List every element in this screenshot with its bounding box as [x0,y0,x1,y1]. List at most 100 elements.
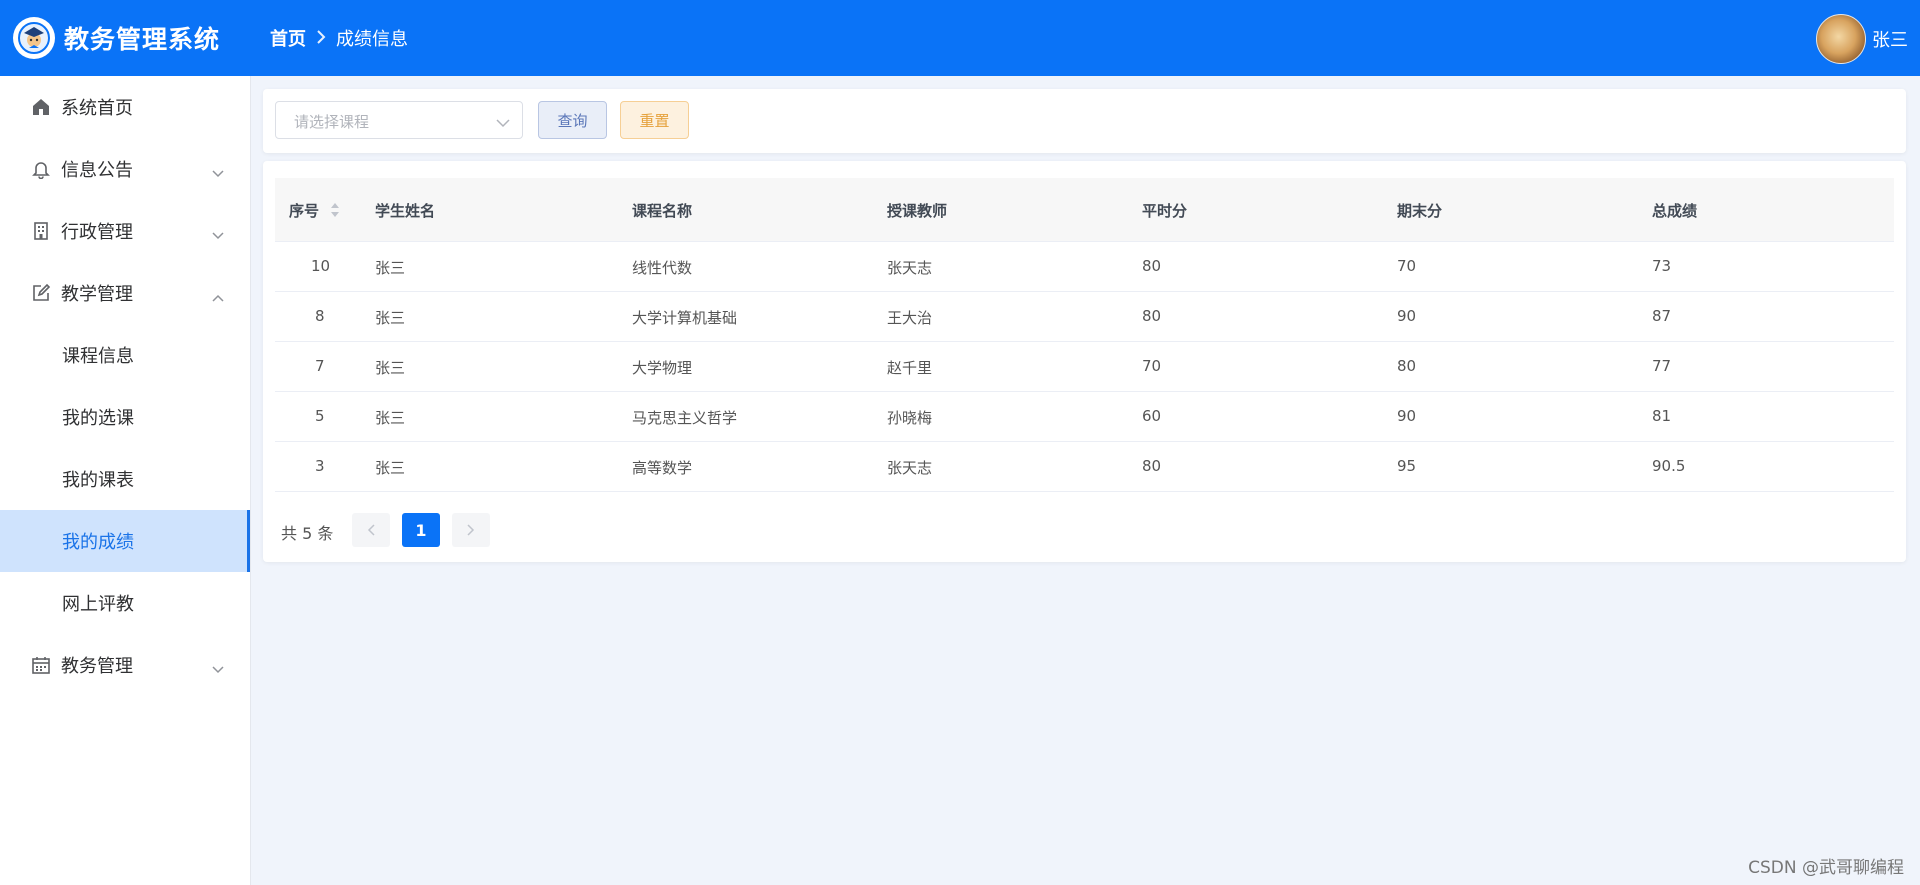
sidebar-item-announcements[interactable]: 信息公告 [0,138,250,200]
cell-total: 81 [1652,407,1672,425]
table-row: 10 张三 线性代数 张天志 80 70 73 [275,242,1894,292]
cell-course: 大学物理 [632,359,693,377]
chevron-down-icon [496,113,510,132]
avatar[interactable] [1816,14,1866,64]
chevron-down-icon [212,162,224,183]
home-icon [30,96,52,118]
sort-icon[interactable] [330,202,340,222]
sidebar-item-label: 教学管理 [61,284,133,305]
table-row: 7 张三 大学物理 赵千里 70 80 77 [275,342,1894,392]
cell-teacher: 张天志 [887,459,933,477]
chevron-left-icon [367,524,375,536]
top-header: 教务管理系统 首页 成绩信息 张三 [0,0,1920,76]
sidebar-item-my-selections[interactable]: 我的选课 [0,386,250,448]
cell-usual-score: 70 [1142,357,1162,375]
sidebar-item-my-grades[interactable]: 我的成绩 [0,510,250,572]
next-page-button[interactable] [452,513,490,547]
cell-usual-score: 80 [1142,257,1162,275]
cell-course: 线性代数 [632,259,693,277]
cell-final-score: 80 [1397,357,1417,375]
cell-course: 大学计算机基础 [632,309,738,327]
column-header-total: 总成绩 [1652,202,1698,220]
cell-usual-score: 80 [1142,457,1162,475]
cell-course: 高等数学 [632,459,693,477]
sidebar-item-academic-affairs[interactable]: 教务管理 [0,634,250,696]
column-header-usual-score: 平时分 [1142,202,1188,220]
cell-course: 马克思主义哲学 [632,409,738,427]
sidebar-item-label: 系统首页 [61,98,133,119]
sidebar-item-course-info[interactable]: 课程信息 [0,324,250,386]
cell-teacher: 孙晓梅 [887,409,933,427]
grades-table-card: 序号 学生姓名 课程名称 授课教师 平时分 期末分 总成绩 10 张三 线性代数… [263,161,1906,562]
cell-total: 73 [1652,257,1672,275]
cell-usual-score: 60 [1142,407,1162,425]
prev-page-button[interactable] [352,513,390,547]
sidebar-item-home[interactable]: 系统首页 [0,76,250,138]
course-select-placeholder: 请选择课程 [294,113,370,131]
watermark: CSDN @武哥聊编程 [1748,858,1904,878]
user-name[interactable]: 张三 [1872,26,1908,52]
query-button[interactable]: 查询 [538,101,607,139]
cell-usual-score: 80 [1142,307,1162,325]
sidebar-item-admin[interactable]: 行政管理 [0,200,250,262]
column-header-index[interactable]: 序号 [289,200,340,222]
breadcrumb: 首页 成绩信息 [270,25,408,51]
cell-final-score: 70 [1397,257,1417,275]
chevron-down-icon [212,224,224,245]
table-row: 5 张三 马克思主义哲学 孙晓梅 60 90 81 [275,392,1894,442]
cell-final-score: 95 [1397,457,1417,475]
sidebar-item-label: 信息公告 [61,160,133,181]
logo-icon [13,17,55,59]
column-header-teacher: 授课教师 [887,202,948,220]
pagination-total: 共 5 条 [281,524,334,543]
reset-button[interactable]: 重置 [620,101,689,139]
cell-index: 5 [315,407,325,425]
table-header: 序号 学生姓名 课程名称 授课教师 平时分 期末分 总成绩 [275,178,1894,242]
table-row: 8 张三 大学计算机基础 王大治 80 90 87 [275,292,1894,342]
calendar-icon [30,654,52,676]
breadcrumb-current: 成绩信息 [336,29,409,50]
cell-final-score: 90 [1397,407,1417,425]
cell-student: 张三 [375,309,406,327]
app-title: 教务管理系统 [64,25,221,54]
search-bar: 请选择课程 查询 重置 [263,89,1906,153]
sidebar-item-my-timetable[interactable]: 我的课表 [0,448,250,510]
sidebar-item-label: 行政管理 [61,222,133,243]
cell-index: 3 [315,457,325,475]
cell-total: 90.5 [1652,457,1686,475]
breadcrumb-home[interactable]: 首页 [270,25,306,51]
sidebar-item-label: 教务管理 [61,656,133,677]
chevron-down-icon [212,658,224,679]
cell-total: 87 [1652,307,1672,325]
user-menu[interactable]: 张三 [1816,14,1908,64]
sidebar: 系统首页 信息公告 行政管理 教学管理 课程信息 我的选课 我的课表 我的成绩 … [0,76,251,885]
sidebar-item-evaluation[interactable]: 网上评教 [0,572,250,634]
chevron-right-icon [316,28,326,49]
sidebar-item-teaching[interactable]: 教学管理 [0,262,250,324]
cell-student: 张三 [375,359,406,377]
bell-icon [30,158,52,180]
cell-index: 7 [315,357,325,375]
grades-table: 序号 学生姓名 课程名称 授课教师 平时分 期末分 总成绩 10 张三 线性代数… [275,178,1894,492]
cell-student: 张三 [375,409,406,427]
cell-teacher: 张天志 [887,259,933,277]
cell-total: 77 [1652,357,1672,375]
cell-student: 张三 [375,459,406,477]
cell-student: 张三 [375,259,406,277]
cell-teacher: 赵千里 [887,359,933,377]
column-header-course: 课程名称 [632,202,693,220]
course-select[interactable]: 请选择课程 [275,101,523,139]
chevron-up-icon [212,286,224,307]
page-number-button[interactable]: 1 [402,513,440,547]
column-header-final-score: 期末分 [1397,202,1443,220]
cell-teacher: 王大治 [887,309,933,327]
pagination: 共 5 条 1 [263,511,1906,549]
cell-final-score: 90 [1397,307,1417,325]
edit-icon [30,282,52,304]
table-row: 3 张三 高等数学 张天志 80 95 90.5 [275,442,1894,492]
cell-index: 8 [315,307,325,325]
chevron-right-icon [467,524,475,536]
building-icon [30,220,52,242]
column-header-student: 学生姓名 [375,202,436,220]
cell-index: 10 [311,257,331,275]
